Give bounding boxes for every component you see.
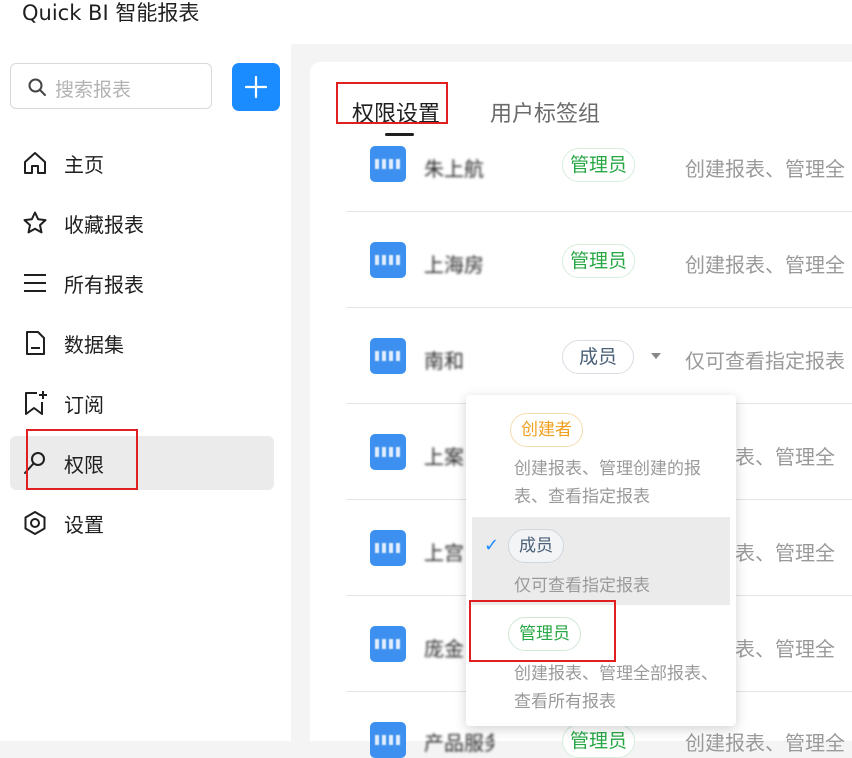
app-title: Quick BI 智能报表 [22,1,200,25]
menu-icon [24,274,46,292]
user-name: 上海房 [424,253,484,277]
role-option-tag: 成员 [508,529,564,563]
role-option-description: 仅可查看指定报表 [514,576,650,596]
user-avatar [370,434,406,470]
tab-user-tag-groups[interactable]: 用户标签组 [490,96,600,128]
role-description: 表、管理全 [735,541,835,565]
user-avatar [370,146,406,182]
role-description: 表、管理全 [735,445,835,469]
sidebar-item-subscribe[interactable]: 订阅 [10,376,274,430]
plus-icon [244,75,268,99]
key-icon [24,452,45,474]
role-tag[interactable]: 管理员 [562,244,636,278]
role-tag[interactable]: 管理员 [562,724,636,758]
search-input[interactable]: 搜索报表 [10,63,212,109]
role-description: 创建报表、管理全 [685,253,845,277]
sidebar-item-label: 权限 [64,453,104,477]
top-bar: Quick BI 智能报表 [0,0,852,44]
user-avatar [370,242,406,278]
role-description: 创建报表、管理全 [685,731,845,755]
sidebar-item-permissions[interactable]: 权限 [10,436,274,490]
sidebar-item-label: 主页 [64,153,104,177]
user-avatar [370,626,406,662]
sidebar-item-home[interactable]: 主页 [10,136,274,190]
user-name: 南和 [424,349,464,373]
user-avatar [370,722,406,758]
role-option-tag: 管理员 [508,617,581,651]
user-avatar [370,530,406,566]
sidebar-item-label: 收藏报表 [64,213,144,237]
role-description: 创建报表、管理全 [685,157,845,181]
home-icon [24,152,46,174]
role-option-tag: 创建者 [510,413,583,447]
sidebar-item-datasets[interactable]: 数据集 [10,316,274,370]
sidebar-item-all-reports[interactable]: 所有报表 [10,256,274,310]
role-dropdown: 创建者 创建报表、管理创建的报表、查看指定报表 ✓ 成员 仅可查看指定报表 管理… [466,395,736,726]
sidebar-item-settings[interactable]: 设置 [10,496,274,550]
sidebar-item-label: 数据集 [64,333,124,357]
role-description: 仅可查看指定报表 [685,349,845,373]
add-button[interactable] [232,63,280,111]
tab-permission-settings[interactable]: 权限设置 [352,96,440,128]
sidebar-item-label: 所有报表 [64,273,144,297]
user-name: 产品服务 [424,731,494,755]
search-icon [28,78,46,96]
chevron-down-icon[interactable] [651,353,661,359]
sidebar-item-label: 订阅 [64,393,104,417]
search-placeholder: 搜索报表 [55,79,132,101]
role-tag[interactable]: 管理员 [562,148,636,182]
sidebar-item-label: 设置 [64,513,104,537]
settings-icon [24,511,46,535]
role-option-description: 创建报表、管理创建的报表、查看指定报表 [514,459,701,507]
sidebar-item-favorites[interactable]: 收藏报表 [10,196,274,250]
role-select[interactable]: 成员 [562,340,635,374]
star-icon [23,211,47,234]
row-divider [346,211,852,212]
user-name: 朱上航 [424,157,484,181]
active-tab-indicator [385,133,414,136]
role-description: 表、管理全 [735,637,835,661]
row-divider [346,307,852,308]
file-icon [26,331,45,355]
user-avatar [370,338,406,374]
role-option-description: 创建报表、管理全部报表、查看所有报表 [514,664,718,712]
check-icon: ✓ [484,535,500,556]
bookmark-add-icon [25,391,47,415]
